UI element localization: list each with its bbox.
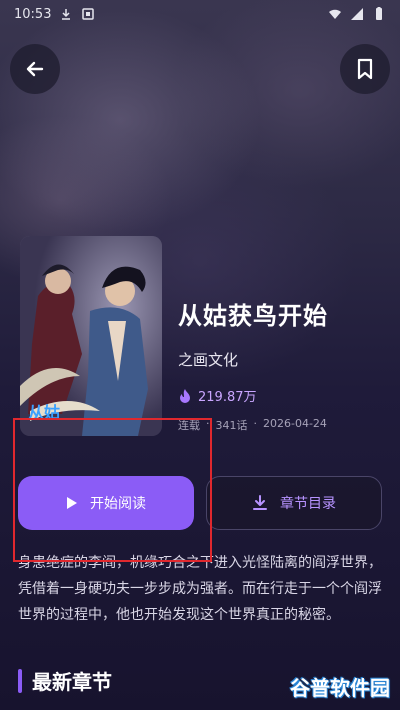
latest-chapters-header: 最新章节 [18, 666, 112, 695]
status-left: 10:53 [14, 7, 95, 22]
back-arrow-icon [26, 61, 44, 77]
download-notification-icon [62, 9, 71, 20]
start-reading-label: 开始阅读 [90, 496, 146, 512]
site-watermark: 谷普软件园 [290, 672, 390, 701]
back-button[interactable] [10, 44, 60, 94]
start-reading-button[interactable]: 开始阅读 [18, 476, 194, 530]
download-icon [253, 495, 267, 510]
play-icon [67, 497, 77, 509]
book-description: 身患绝症的李阎，机缘巧合之下进入光怪陆离的阎浮世界，凭借着一身硬功夫一步步成为强… [18, 555, 382, 623]
cover-illustration: 从姑 [20, 236, 162, 436]
svg-text:从姑: 从姑 [28, 403, 60, 422]
watermark-text: 谷普软件园 [290, 676, 390, 700]
chapter-list-button[interactable]: 章节目录 [206, 476, 382, 530]
battery-icon [376, 7, 382, 20]
meta-separator: · [206, 417, 210, 430]
bookmark-button[interactable] [340, 44, 390, 94]
app-notification-icon [82, 8, 95, 20]
hot-count: 219.87万 [198, 390, 257, 405]
chapter-list-label: 章节目录 [280, 496, 336, 512]
flame-icon [180, 388, 190, 403]
status-bar: 10:53 [0, 0, 400, 28]
book-info: 从姑获鸟开始 之画文化 219.87万 [178, 296, 328, 405]
hot-count-row: 219.87万 [178, 386, 328, 405]
wifi-icon [329, 9, 341, 19]
status-time: 10:53 [14, 6, 52, 22]
latest-chapters-title: 最新章节 [32, 670, 112, 694]
book-title: 从姑获鸟开始 [178, 302, 328, 330]
serial-status: 连载 [178, 419, 200, 432]
book-publisher[interactable]: 之画文化 [178, 349, 328, 370]
book-cover-image[interactable]: 从姑 [20, 236, 162, 436]
book-meta: 连载 · 341话 · 2026-04-24 [178, 417, 327, 433]
meta-separator: · [253, 417, 258, 430]
signal-icon [351, 8, 363, 20]
status-right [328, 7, 386, 21]
chapter-count: 341话 [215, 419, 248, 432]
update-date: 2026-04-24 [263, 417, 327, 430]
bookmark-icon [357, 58, 373, 80]
section-accent-bar [18, 668, 22, 693]
